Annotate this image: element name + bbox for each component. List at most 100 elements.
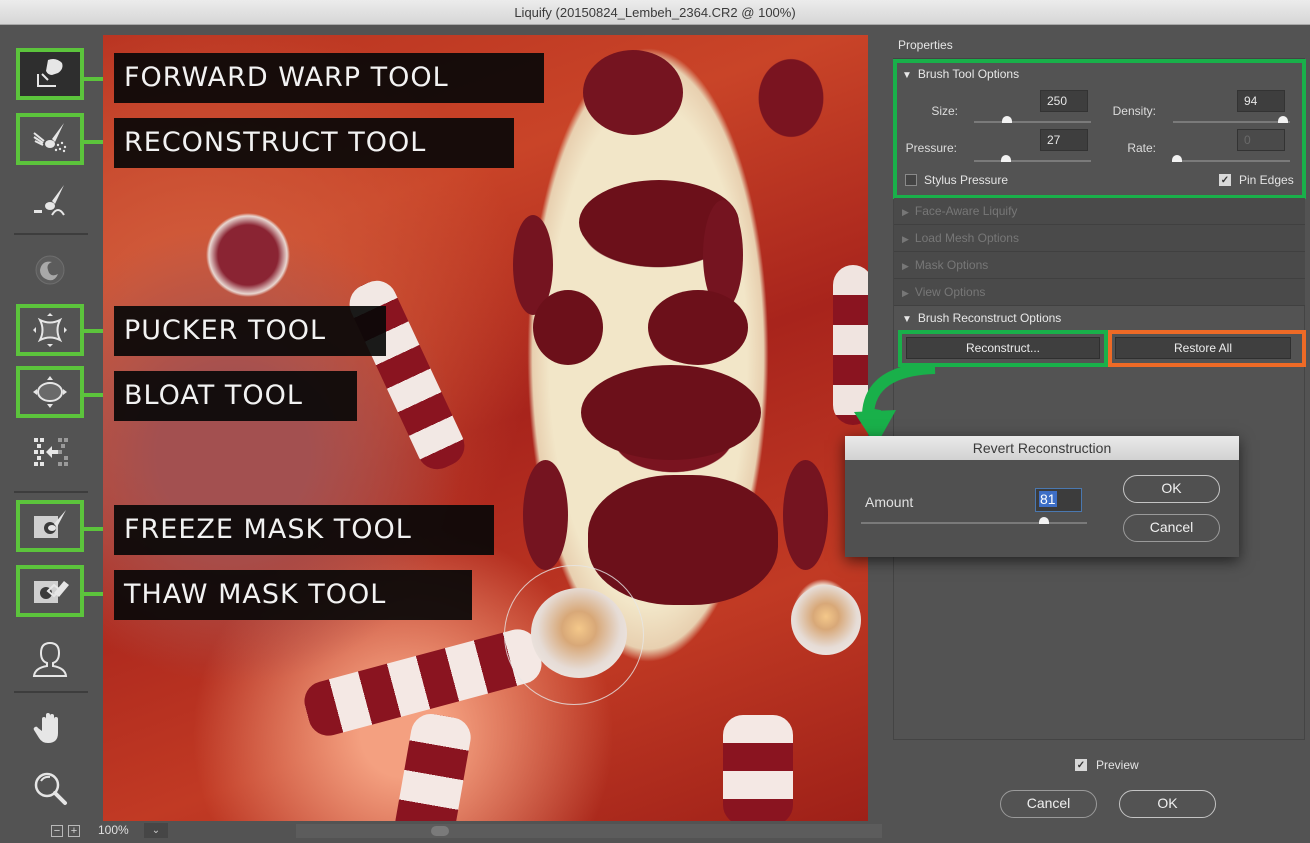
pin-edges-label: Pin Edges [1239, 173, 1294, 187]
load-mesh-options-section[interactable]: ▶ Load Mesh Options [894, 225, 1305, 252]
face-aware-liquify-section[interactable]: ▶ Face-Aware Liquify [894, 198, 1305, 225]
reconstruct-icon [33, 123, 67, 153]
callout-freeze-mask: FREEZE MASK TOOL [114, 505, 494, 555]
twirl-tool-button[interactable] [16, 244, 84, 296]
pin-edges-checkbox[interactable]: ✓ [1219, 174, 1231, 186]
zoom-icon [34, 772, 67, 805]
size-slider-thumb[interactable] [1001, 116, 1012, 123]
pressure-slider[interactable] [974, 155, 1091, 162]
face-icon [32, 641, 68, 677]
photo-detail [581, 365, 761, 460]
cancel-button[interactable]: Cancel [1000, 790, 1097, 818]
hand-tool-button[interactable] [16, 703, 84, 755]
amount-label: Amount [865, 494, 914, 510]
section-label: Mask Options [914, 258, 989, 272]
zoom-bar: − + 100% ⌄ [46, 822, 886, 840]
rate-input[interactable]: 0 [1237, 129, 1285, 151]
face-tool-button[interactable] [16, 633, 84, 685]
disclosure-closed-icon: ▶ [902, 207, 909, 217]
brush-tool-options-header[interactable]: ▼ Brush Tool Options [902, 67, 1019, 81]
density-slider-thumb[interactable] [1277, 116, 1288, 123]
amount-input[interactable]: 81 [1035, 488, 1082, 512]
section-label: Load Mesh Options [914, 231, 1019, 245]
pressure-input[interactable]: 27 [1040, 129, 1088, 151]
zoom-level[interactable]: 100% [98, 823, 129, 837]
properties-title: Properties [898, 38, 953, 52]
density-input[interactable]: 94 [1237, 90, 1285, 112]
size-input[interactable]: 250 [1040, 90, 1088, 112]
photo-detail [791, 585, 861, 655]
stylus-pressure-checkbox[interactable] [905, 174, 917, 186]
rate-label: Rate: [1127, 141, 1156, 155]
preview-checkbox[interactable]: ✓ [1075, 759, 1087, 771]
ok-button[interactable]: OK [1119, 790, 1216, 818]
window-title: Liquify (20150824_Lembeh_2364.CR2 @ 100%… [514, 5, 796, 20]
pucker-icon [33, 313, 67, 347]
dialog-title: Revert Reconstruction [845, 436, 1239, 460]
hand-icon [33, 713, 58, 743]
photo-detail [648, 290, 748, 365]
zoom-dropdown[interactable]: ⌄ [144, 823, 168, 838]
view-options-section[interactable]: ▶ View Options [894, 279, 1305, 306]
rate-slider[interactable] [1172, 155, 1290, 162]
toolbar-divider [14, 691, 88, 693]
photo-detail [723, 715, 793, 821]
freeze-mask-tool-button[interactable] [16, 500, 84, 552]
size-label: Size: [931, 104, 958, 118]
brush-cursor [504, 565, 644, 705]
bloat-tool-button[interactable] [16, 366, 84, 418]
photo-detail [533, 290, 603, 365]
restore-all-button[interactable]: Restore All [1115, 337, 1291, 359]
photo-detail [583, 50, 683, 135]
toolbar-divider [14, 233, 88, 235]
callout-thaw-mask: THAW MASK TOOL [114, 570, 472, 620]
density-label: Density: [1112, 104, 1156, 118]
freeze-mask-icon [34, 510, 66, 538]
window-title-bar: Liquify (20150824_Lembeh_2364.CR2 @ 100%… [0, 0, 1310, 25]
stylus-pressure-label: Stylus Pressure [924, 173, 1009, 187]
dialog-cancel-button[interactable]: Cancel [1123, 514, 1220, 542]
photo-detail [783, 460, 828, 570]
scrollbar-thumb[interactable] [431, 826, 449, 836]
callout-forward-warp: FORWARD WARP TOOL [114, 53, 544, 103]
disclosure-open-icon: ▼ [902, 70, 912, 81]
revert-reconstruction-dialog: Revert Reconstruction Amount 81 OK Cance… [845, 436, 1239, 557]
bloat-icon [33, 376, 67, 408]
density-slider[interactable] [1173, 116, 1290, 123]
push-left-tool-button[interactable] [16, 426, 84, 478]
disclosure-open-icon: ▼ [902, 314, 912, 325]
thaw-mask-icon [34, 581, 69, 603]
photo-detail [523, 460, 568, 570]
preview-label: Preview [1096, 758, 1139, 772]
zoom-in-button[interactable]: + [68, 825, 80, 837]
reconstruct-button[interactable]: Reconstruct... [906, 337, 1100, 359]
smooth-tool-button[interactable] [16, 175, 84, 227]
amount-slider-thumb[interactable] [1039, 517, 1050, 524]
pressure-slider-thumb[interactable] [1000, 155, 1011, 162]
rate-slider-thumb[interactable] [1172, 155, 1182, 162]
callout-bloat: BLOAT TOOL [114, 371, 357, 421]
amount-slider[interactable] [861, 517, 1087, 524]
section-label: View Options [914, 285, 986, 299]
callout-reconstruct: RECONSTRUCT TOOL [114, 118, 514, 168]
forward-warp-tool-button[interactable] [16, 48, 84, 100]
mask-options-section[interactable]: ▶ Mask Options [894, 252, 1305, 279]
twirl-icon [35, 255, 65, 285]
size-slider[interactable] [974, 116, 1091, 123]
disclosure-closed-icon: ▶ [902, 261, 909, 271]
section-label: Brush Reconstruct Options [917, 311, 1062, 325]
zoom-tool-button[interactable] [16, 763, 84, 815]
zoom-out-button[interactable]: − [51, 825, 63, 837]
amount-value: 81 [1039, 491, 1057, 507]
photo-detail [392, 710, 474, 821]
toolbar-divider [14, 491, 88, 493]
brush-reconstruct-options-header[interactable]: ▼ Brush Reconstruct Options [902, 311, 1061, 325]
dialog-ok-button[interactable]: OK [1123, 475, 1220, 503]
reconstruct-tool-button[interactable] [16, 113, 84, 165]
pucker-tool-button[interactable] [16, 304, 84, 356]
smooth-icon [34, 185, 65, 216]
horizontal-scrollbar[interactable] [296, 824, 882, 838]
push-left-icon [34, 438, 68, 466]
thaw-mask-tool-button[interactable] [16, 565, 84, 617]
disclosure-closed-icon: ▶ [902, 288, 909, 298]
